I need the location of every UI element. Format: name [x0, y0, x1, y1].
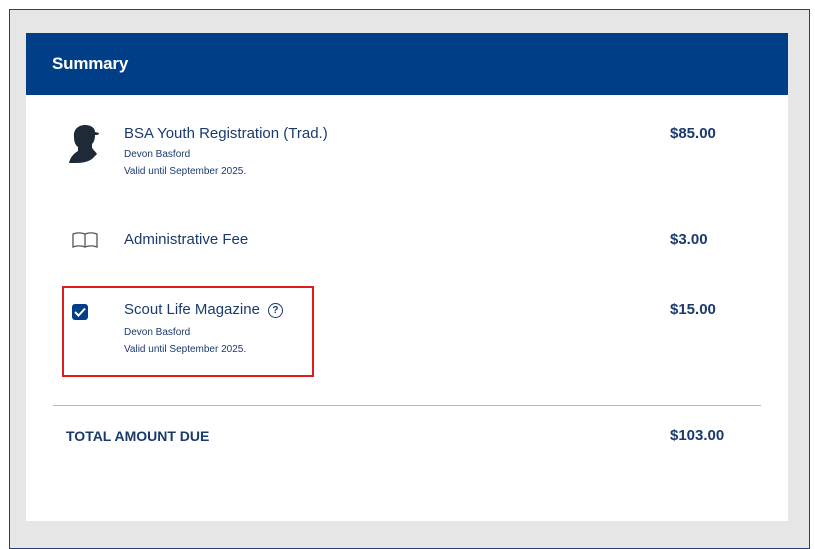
- total-label: TOTAL AMOUNT DUE: [66, 428, 210, 444]
- item-member-name: Devon Basford: [124, 149, 191, 160]
- total-value: $103.00: [670, 427, 725, 444]
- item-title: Administrative Fee: [124, 231, 249, 248]
- scout-silhouette-icon: [68, 123, 100, 170]
- item-price: $3.00: [670, 231, 708, 248]
- summary-header: Summary: [26, 33, 788, 95]
- summary-card: Summary BSA Youth Registration (Trad.) D…: [26, 33, 788, 521]
- highlight-box: [62, 286, 314, 377]
- book-icon: [72, 231, 98, 254]
- item-price: $85.00: [670, 125, 716, 142]
- item-title: BSA Youth Registration (Trad.): [124, 125, 328, 142]
- summary-title: Summary: [52, 54, 129, 73]
- divider: [53, 405, 761, 406]
- item-validity: Valid until September 2025.: [124, 166, 247, 177]
- item-price: $15.00: [670, 301, 716, 318]
